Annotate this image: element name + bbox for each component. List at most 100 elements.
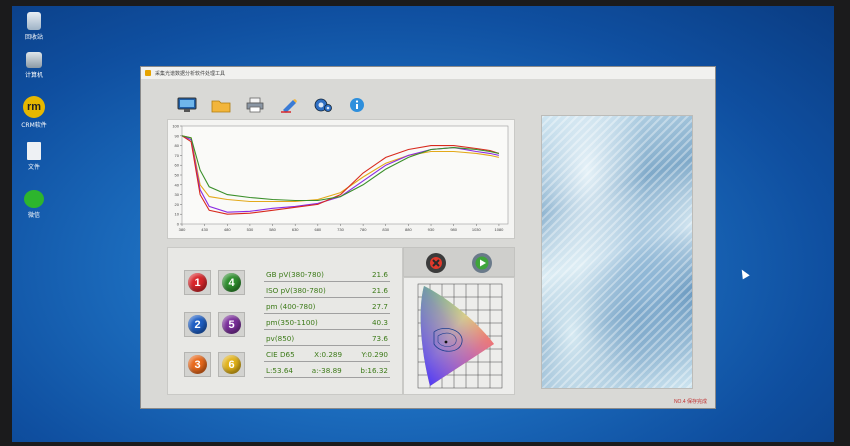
x-tick-label: 880 (405, 227, 412, 232)
y-tick-label: 0 (177, 222, 180, 227)
lab-l-value: L:53.64 (266, 366, 294, 375)
y-tick-label: 30 (175, 192, 180, 197)
computer-icon (26, 52, 42, 68)
window-title: 采集光谱数据分析软件处理工具 (155, 70, 226, 77)
pencil-icon (281, 99, 297, 113)
x-tick-label: 1080 (494, 227, 504, 232)
plot-area (181, 125, 509, 225)
monitor-icon (177, 97, 197, 112)
desktop-icon-computer[interactable]: 计算机 (20, 52, 48, 79)
sample-button-5[interactable]: 5 (218, 312, 245, 337)
y-tick-label: 20 (175, 202, 180, 207)
stop-icon (430, 257, 442, 269)
app-window: 采集光谱数据分析软件处理工具 0 10 20 30 40 50 60 70 80 90 (140, 66, 716, 409)
metric-value: 40.3 (371, 318, 388, 327)
x-tick-label: 730 (337, 227, 344, 232)
x-tick-label: 930 (428, 227, 435, 232)
app-icon (145, 70, 151, 76)
x-tick-label: 830 (382, 227, 389, 232)
metric-label: ISO pV(380-780) (266, 286, 326, 295)
gears-icon (314, 98, 332, 112)
metric-row: pm (400-780) 27.7 (264, 300, 390, 314)
metric-row: pm(350-1100) 40.3 (264, 316, 390, 330)
metric-label: pv(850) (266, 334, 295, 343)
sample-button-label: 4 (222, 273, 241, 292)
cie-x-value: X:0.289 (314, 350, 343, 359)
metric-row: ISO pV(380-780) 21.6 (264, 284, 390, 298)
printer-icon (246, 97, 264, 113)
status-text: NO.4 保存完成 (673, 399, 707, 405)
sample-button-4[interactable]: 4 (218, 270, 245, 295)
metric-value: 27.7 (371, 302, 388, 311)
cie-label: CIE D65 (266, 350, 295, 359)
metric-value: 21.6 (371, 270, 388, 279)
y-tick-label: 50 (175, 173, 180, 178)
spectrum-chart: 0 10 20 30 40 50 60 70 80 90 100 380 430 480 530 580 630… (172, 124, 509, 232)
sample-button-6[interactable]: 6 (218, 352, 245, 377)
wechat-icon (24, 190, 44, 208)
metric-value: 21.6 (371, 286, 388, 295)
edit-button[interactable] (279, 96, 299, 114)
y-tick-label: 60 (175, 163, 180, 168)
play-button[interactable] (472, 253, 492, 273)
desktop-icon-document[interactable]: 文件 (20, 142, 48, 171)
monitor-button[interactable] (177, 96, 197, 114)
cie-diagram-panel (403, 277, 515, 395)
metric-row: GB pV(380-780) 21.6 (264, 268, 390, 282)
play-icon (475, 256, 489, 270)
x-tick-label: 380 (179, 227, 186, 232)
cie-row-xy: CIE D65 X:0.289 Y:0.290 (264, 348, 390, 362)
y-tick-label: 90 (175, 133, 180, 138)
metric-label: pm (400-780) (266, 302, 316, 311)
desktop-icon-recycle-bin[interactable]: 回收站 (20, 12, 48, 41)
x-tick-label: 630 (292, 227, 299, 232)
cie-chromaticity-diagram (417, 283, 503, 389)
folder-icon (211, 100, 231, 113)
metric-label: pm(350-1100) (266, 318, 318, 327)
title-bar: 采集光谱数据分析软件处理工具 (141, 67, 715, 79)
metric-value: 73.6 (371, 334, 388, 343)
sample-button-1[interactable]: 1 (184, 270, 211, 295)
rm-app-icon: rm (23, 96, 45, 118)
x-tick-label: 480 (224, 227, 231, 232)
sample-button-label: 5 (222, 315, 241, 334)
x-tick-label: 530 (247, 227, 254, 232)
desktop-icon-rm-app[interactable]: rm CRM软件 (20, 96, 48, 129)
cie-y-value: Y:0.290 (361, 350, 388, 359)
sample-image (541, 115, 693, 389)
mouse-cursor (738, 267, 750, 280)
sample-button-2[interactable]: 2 (184, 312, 211, 337)
x-tick-label: 780 (360, 227, 367, 232)
y-tick-label: 40 (175, 182, 180, 187)
recycle-bin-icon (27, 12, 41, 30)
document-icon (27, 142, 41, 160)
info-icon (350, 98, 364, 112)
desktop: 回收站 计算机 rm CRM软件 文件 微信 采集光谱数据分析软件处理工具 0 … (12, 6, 834, 442)
sample-button-label: 1 (188, 273, 207, 292)
y-tick-label: 100 (172, 124, 179, 129)
sample-button-panel: 1 4 2 5 3 6 GB pV(380-780) 21.6 ISO pV(3… (167, 247, 403, 395)
stop-button[interactable] (426, 253, 446, 273)
x-tick-label: 680 (314, 227, 321, 232)
sample-button-label: 6 (222, 355, 241, 374)
desktop-icon-wechat[interactable]: 微信 (20, 190, 48, 219)
sample-button-label: 3 (188, 355, 207, 374)
y-tick-label: 10 (175, 212, 180, 217)
desktop-icon-label: 计算机 (24, 72, 43, 79)
settings-button[interactable] (313, 96, 333, 114)
x-tick-label: 980 (450, 227, 457, 232)
lab-b-value: b:16.32 (360, 366, 388, 375)
desktop-icon-label: 文件 (27, 164, 40, 171)
y-tick-label: 80 (175, 143, 180, 148)
control-panel (403, 247, 515, 277)
print-button[interactable] (245, 96, 265, 114)
info-button[interactable] (347, 96, 367, 114)
desktop-icon-label: 回收站 (24, 34, 43, 41)
metric-row: pv(850) 73.6 (264, 332, 390, 346)
metric-label: GB pV(380-780) (266, 270, 324, 279)
desktop-icon-label: CRM软件 (21, 122, 47, 129)
x-tick-label: 1030 (472, 227, 482, 232)
x-tick-label: 430 (201, 227, 208, 232)
open-folder-button[interactable] (211, 96, 231, 114)
sample-button-3[interactable]: 3 (184, 352, 211, 377)
